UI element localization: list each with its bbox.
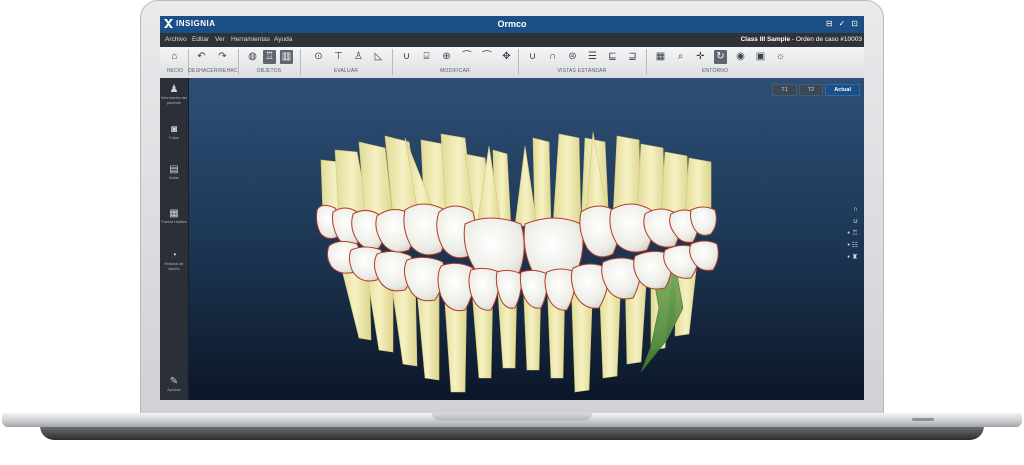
toolbar: ⌂ ↶ ↷ ◍ ♖ ▥ ⊙ ⊤ ♙ ◺ ∪ ⌸ ⊕ ⏜ ⏜ ✥ ∪ ∩ ⊜ ☰ … (160, 47, 864, 79)
laptop-notch (432, 413, 592, 421)
group-label-evaluar: EVALUAR (333, 68, 359, 74)
rotate-icon[interactable]: ↻ (714, 50, 727, 64)
ipr-icon[interactable]: ⌸ (420, 50, 433, 64)
tab-t1[interactable]: T1 (772, 84, 797, 96)
upper-arch-icon[interactable]: ∪ (526, 50, 539, 64)
history-icon: ◔ (170, 250, 178, 261)
tab-actual[interactable]: Actual (825, 84, 860, 96)
light-icon[interactable]: ☼ (774, 50, 787, 64)
approve-icon: ✎ (169, 376, 179, 387)
sidebar-item-notes[interactable]: ▤ Notas (160, 164, 188, 181)
pan-icon[interactable]: ✛ (694, 50, 707, 64)
menu-ver[interactable]: Ver (215, 36, 225, 43)
crowns-row-icon[interactable]: ⏜ (460, 50, 473, 64)
bite-icon[interactable]: • ☷ (847, 242, 858, 250)
menu-ayuda[interactable]: Ayuda (274, 36, 292, 43)
stage-tabs: T1 T2 Actual (772, 84, 860, 96)
sidebar-item-design-history[interactable]: ◔ Historial de diseño (160, 250, 188, 271)
window-title: Ormco (497, 19, 527, 29)
3d-viewport[interactable]: T1 T2 Actual ∩ ∪ • ♖ • ☷ • ♜ (189, 78, 864, 400)
chart-icon: ▦ (169, 208, 179, 219)
home-icon[interactable]: ⌂ (168, 50, 181, 64)
group-label-inicio: INICIO (166, 68, 184, 74)
view-icons: ∩ ∪ • ♖ • ☷ • ♜ (847, 206, 858, 262)
dental-arch-model[interactable] (189, 78, 864, 400)
group-label-entorno: ENTORNO (701, 68, 729, 74)
camera-icon: ◙ (170, 124, 178, 135)
sidebar-item-patient-info[interactable]: ♟ Información del paciente (160, 84, 188, 105)
teeth-icon[interactable]: ♖ (263, 50, 276, 64)
group-label-objetos: OBJETOS (256, 68, 282, 74)
sidebar-item-label: Aprobar (167, 388, 181, 392)
patient-icon: ♟ (169, 84, 179, 95)
upper-teeth-icon[interactable]: • ♖ (847, 230, 858, 238)
move-icon[interactable]: ✥ (500, 50, 513, 64)
app-window: INSIGNIA Ormco ⊟ ✓ ⊡ Archivo Editar Ver … (160, 16, 864, 400)
status-indicator (912, 418, 934, 421)
arch-icon[interactable]: ∪ (400, 50, 413, 64)
lower-arch-icon[interactable]: ∪ (853, 218, 858, 226)
sidebar-item-label: Fuerza relativa (161, 220, 187, 224)
overjet-icon[interactable]: ⊤ (332, 50, 345, 64)
case-name: Class III Sample (740, 36, 791, 43)
case-order: - Orden de caso #10003 (790, 36, 862, 43)
right-side-icon[interactable]: ⊒ (626, 50, 639, 64)
left-sidebar: ♟ Información del paciente ◙ Fotos ▤ Not… (160, 78, 189, 400)
bite-icon[interactable]: ☰ (586, 50, 599, 64)
triangle-icon[interactable]: ◺ (372, 50, 385, 64)
case-info: Class III Sample - Orden de caso #10003 (741, 36, 862, 43)
redo-icon[interactable]: ↷ (216, 50, 229, 64)
front-view-icon[interactable]: ⊜ (566, 50, 579, 64)
background-icon[interactable]: ▣ (754, 50, 767, 64)
minimize-icon[interactable]: ⊟ (826, 19, 833, 28)
zoom-icon[interactable]: ⌕ (674, 50, 687, 64)
menu-archivo[interactable]: Archivo (165, 36, 187, 43)
maximize-icon[interactable]: ⊡ (851, 19, 858, 28)
crown-icon[interactable]: ♙ (352, 50, 365, 64)
menu-editar[interactable]: Editar (192, 36, 209, 43)
gingiva-icon[interactable]: ◍ (246, 50, 259, 64)
grid-icon[interactable]: ▦ (654, 50, 667, 64)
measure-icon[interactable]: ⊙ (312, 50, 325, 64)
sidebar-item-relative-force[interactable]: ▦ Fuerza relativa (160, 208, 188, 225)
group-label-vistas: VISTAS ESTÁNDAR (557, 68, 607, 74)
visibility-icon[interactable]: ◉ (734, 50, 747, 64)
sidebar-item-label: Notas (169, 176, 179, 180)
notes-icon: ▤ (169, 164, 179, 175)
sidebar-item-label: Historial de diseño (164, 262, 184, 271)
sidebar-item-photos[interactable]: ◙ Fotos (160, 124, 188, 141)
sidebar-item-approve[interactable]: ✎ Aprobar (160, 376, 188, 393)
group-label-deshacer: DESHACER/REHAC (188, 68, 238, 74)
lower-teeth-icon[interactable]: • ♜ (847, 254, 858, 262)
checkmark-icon[interactable]: ✓ (839, 19, 846, 28)
tab-t2[interactable]: T2 (798, 84, 824, 96)
undo-icon[interactable]: ↶ (195, 50, 208, 64)
left-side-icon[interactable]: ⊑ (606, 50, 619, 64)
lower-arch-icon[interactable]: ∩ (546, 50, 559, 64)
group-label-modificar: MODIFICAR (440, 68, 470, 74)
menu-bar: Archivo Editar Ver Herramientas Ayuda Cl… (160, 33, 864, 47)
title-bar: INSIGNIA Ormco ⊟ ✓ ⊡ (160, 16, 864, 33)
roots-icon[interactable]: ▥ (280, 50, 293, 64)
upper-arch-icon[interactable]: ∩ (853, 206, 858, 214)
laptop-base-shadow (40, 426, 984, 440)
target-icon[interactable]: ⊕ (440, 50, 453, 64)
sidebar-item-label: Información del paciente (161, 96, 187, 105)
menu-herramientas[interactable]: Herramientas (231, 36, 270, 43)
crowns-row-alt-icon[interactable]: ⏜ (480, 50, 493, 64)
sidebar-item-label: Fotos (169, 136, 179, 140)
